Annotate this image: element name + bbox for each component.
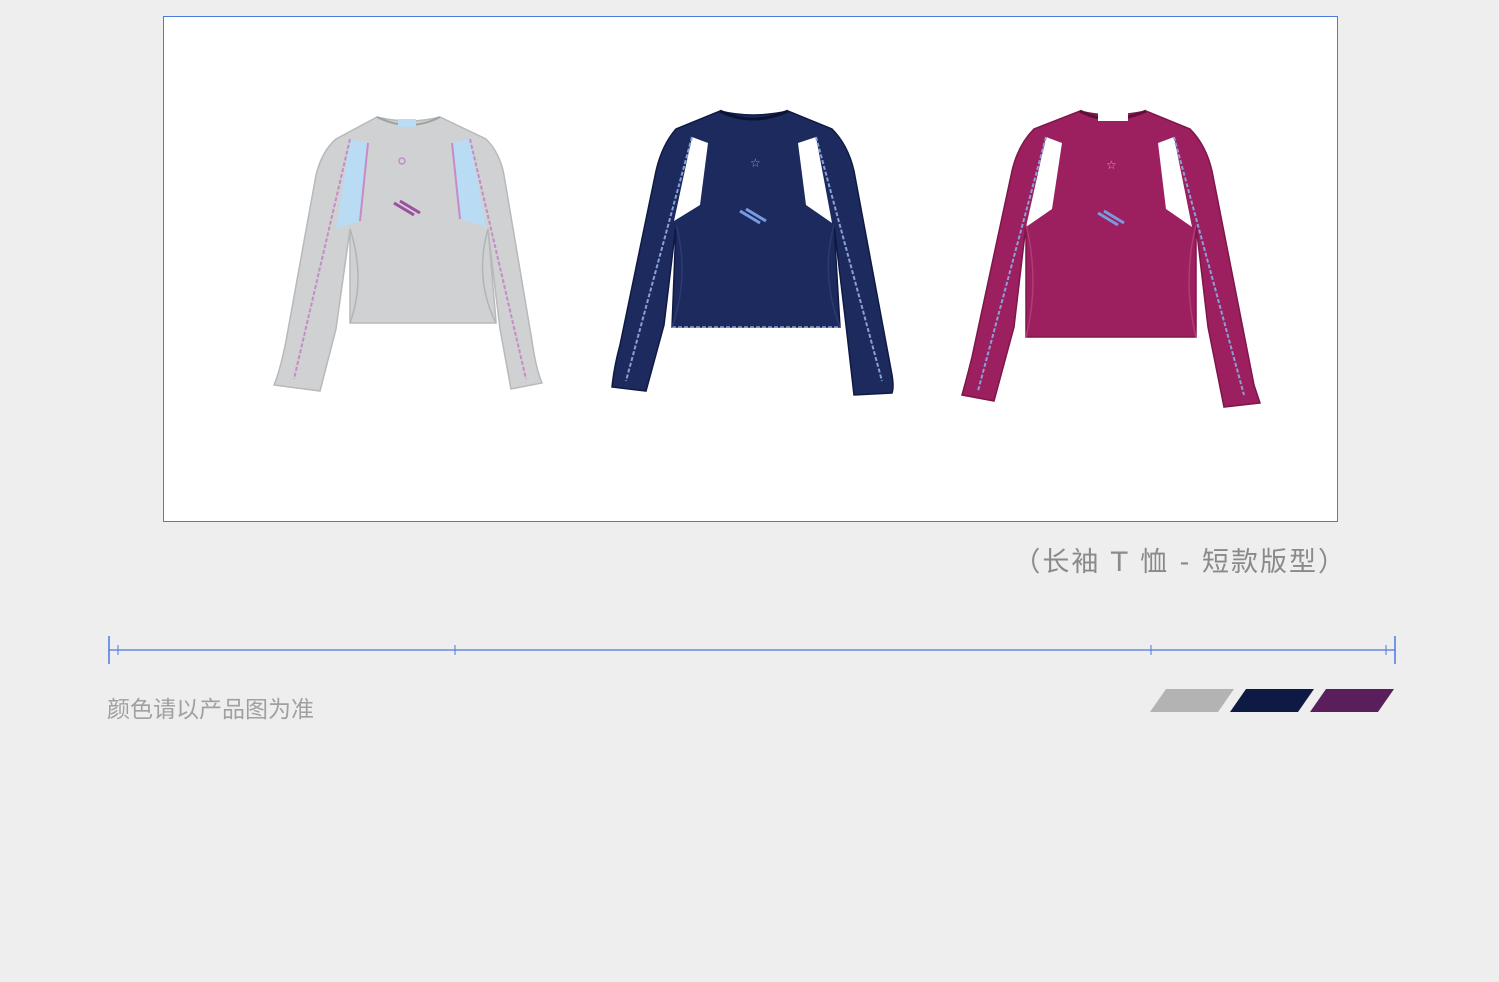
navy-long-sleeve-shirt: ☆: [611, 109, 894, 396]
grey-long-sleeve-shirt: [272, 116, 544, 392]
svg-text:☆: ☆: [750, 156, 761, 170]
color-disclaimer: 颜色请以产品图为准: [107, 697, 314, 723]
measurement-ruler: [108, 636, 1396, 664]
color-swatches: [1150, 689, 1394, 712]
magenta-long-sleeve-shirt: ☆: [961, 109, 1262, 408]
purple-swatch: [1310, 689, 1394, 712]
svg-text:☆: ☆: [1106, 158, 1117, 172]
grey-swatch: [1150, 689, 1234, 712]
product-image-frame: ☆ ☆: [163, 16, 1338, 522]
navy-swatch: [1230, 689, 1314, 712]
product-caption: （长袖 T 恤 - 短款版型）: [1013, 547, 1347, 578]
